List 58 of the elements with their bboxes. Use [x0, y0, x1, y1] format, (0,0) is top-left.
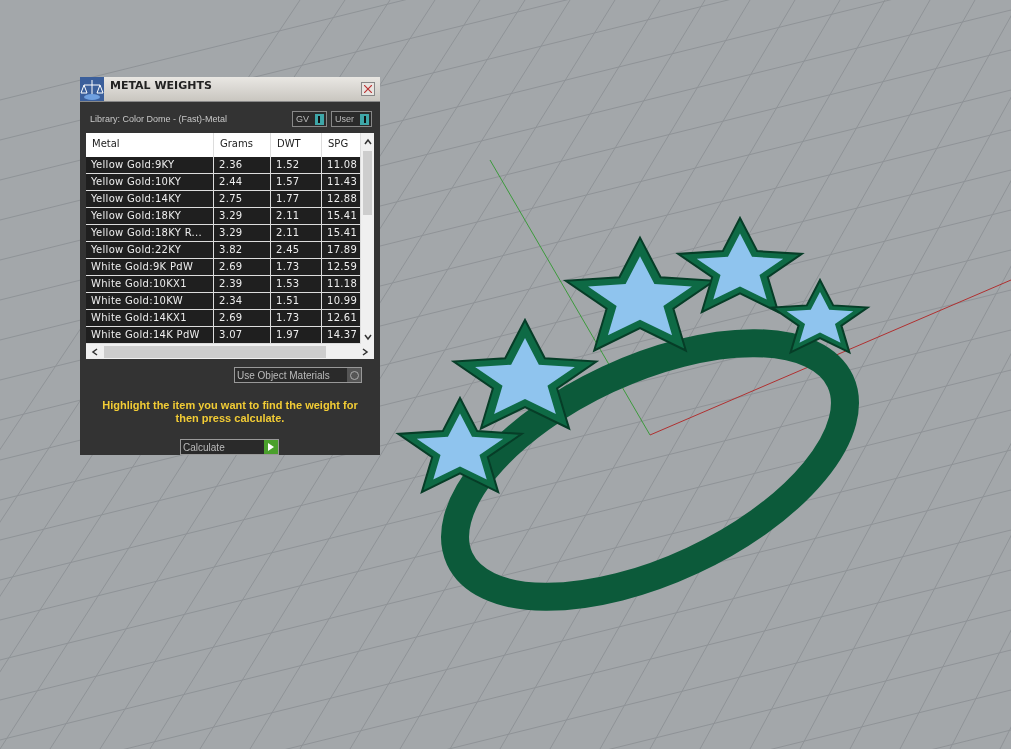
table-cell: 1.77	[271, 191, 322, 208]
instruction-text: Highlight the item you want to find the weight for then press calculate.	[102, 399, 358, 425]
table-cell: Yellow Gold:14KY	[86, 191, 214, 208]
table-cell: 3.29	[214, 208, 271, 225]
table-cell: Yellow Gold:9KY	[86, 157, 214, 174]
table-cell: Yellow Gold:18KY R...	[86, 225, 214, 242]
table-cell: 2.69	[214, 259, 271, 276]
table-cell: 3.82	[214, 242, 271, 259]
table-cell: 2.34	[214, 293, 271, 310]
scrollbar-thumb[interactable]	[363, 151, 372, 215]
table-cell: White Gold:9K PdW	[86, 259, 214, 276]
table-cell: 2.36	[214, 157, 271, 174]
library-label: Library: Color Dome - (Fast)-Metal	[90, 114, 229, 124]
vertical-scrollbar[interactable]	[361, 133, 374, 344]
table-cell: 12.88	[322, 191, 361, 208]
scrollbar-thumb[interactable]	[104, 345, 326, 358]
table-cell: 1.52	[271, 157, 322, 174]
table-cell: 17.89	[322, 242, 361, 259]
table-cell: 15.41	[322, 208, 361, 225]
toggle-button[interactable]: GV	[291, 111, 327, 127]
table-cell: White Gold:14KX1	[86, 310, 214, 327]
table-cell: 2.39	[214, 276, 271, 293]
table-cell: Yellow Gold:10KY	[86, 174, 214, 191]
table-cell: 1.57	[271, 174, 322, 191]
table-cell: Yellow Gold:18KY	[86, 208, 214, 225]
toggle-button[interactable]: User	[331, 111, 372, 127]
table-cell: 10.99	[322, 293, 361, 310]
scale-icon	[80, 77, 104, 101]
table-cell: 15.41	[322, 225, 361, 242]
table-cell: 11.18	[322, 276, 361, 293]
table-cell: 12.61	[322, 310, 361, 327]
table-cell: 2.69	[214, 310, 271, 327]
table-cell: 2.44	[214, 174, 271, 191]
table-cell: 1.73	[271, 259, 322, 276]
horizontal-scrollbar[interactable]	[86, 344, 374, 359]
table-cell: 1.73	[271, 310, 322, 327]
table-cell: 1.53	[271, 276, 322, 293]
table-cell: White Gold:14K PdW	[86, 327, 214, 344]
play-icon	[268, 443, 274, 451]
table-cell: 2.75	[214, 191, 271, 208]
table-cell: 2.11	[271, 208, 322, 225]
table-cell: White Gold:10KX1	[86, 276, 214, 293]
table-cell: 12.59	[322, 259, 361, 276]
table-cell: 2.11	[271, 225, 322, 242]
table-cell: 1.51	[271, 293, 322, 310]
table-cell: 3.07	[214, 327, 271, 344]
table-cell: 3.29	[214, 225, 271, 242]
table-cell: 2.45	[271, 242, 322, 259]
table-cell: 11.08	[322, 157, 361, 174]
table-cell: 11.43	[322, 174, 361, 191]
table-cell: 1.97	[271, 327, 322, 344]
close-button[interactable]	[361, 82, 375, 96]
table-cell: Yellow Gold:22KY	[86, 242, 214, 259]
table-cell: 14.37	[322, 327, 361, 344]
window-title: METAL WEIGHTS	[110, 79, 213, 92]
calculate-button[interactable]: Calculate	[180, 439, 279, 455]
use-object-materials-checkbox[interactable]: Use Object Materials	[234, 367, 362, 383]
table-cell: White Gold:10KW	[86, 293, 214, 310]
